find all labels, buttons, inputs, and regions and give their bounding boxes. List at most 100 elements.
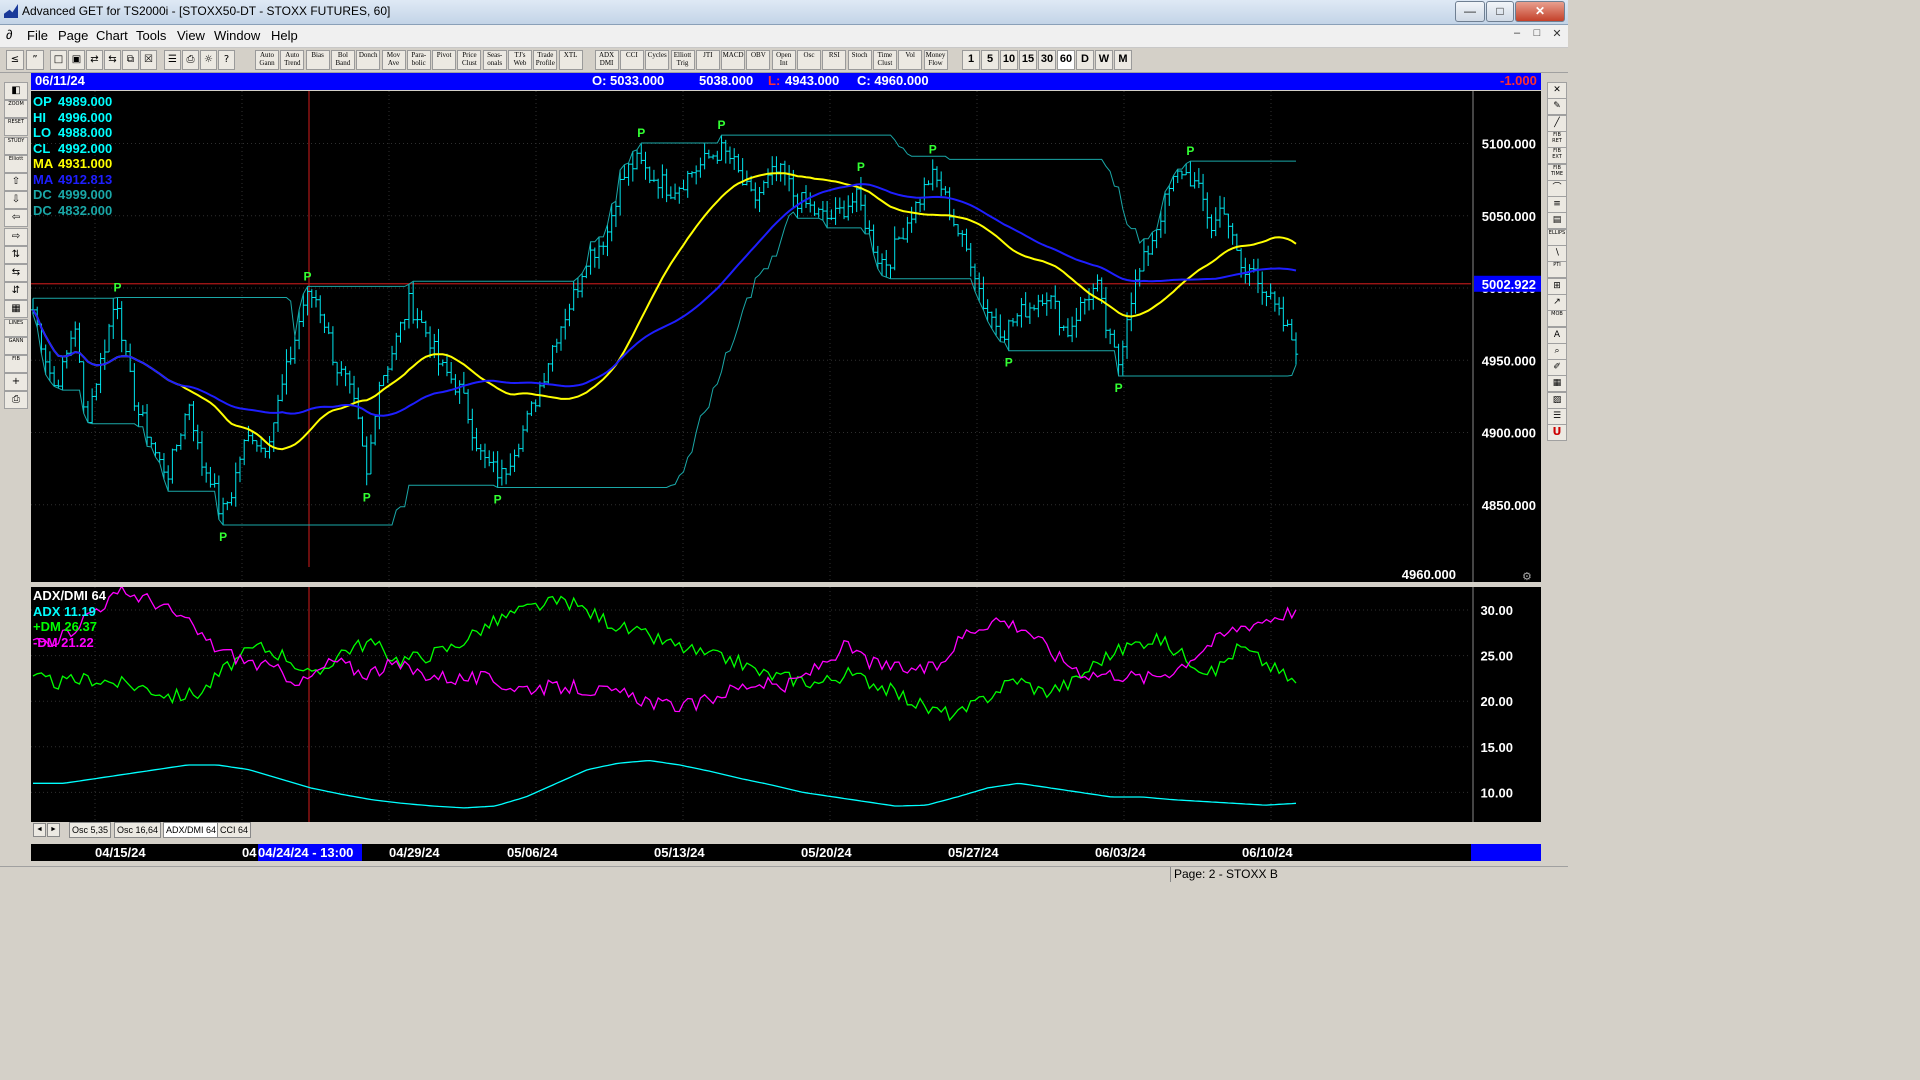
file-tool-icon[interactable]: ⎙ [182, 50, 199, 70]
study-button-mov-ave[interactable]: Mov Ave [381, 50, 406, 70]
study-button-rsi[interactable]: RSI [822, 50, 847, 70]
channel-icon[interactable]: ≡ [1547, 196, 1567, 214]
date-axis[interactable]: 04/15/24 04 04/24/24 - 13:00 04/29/24 05… [31, 844, 1541, 861]
gann-icon[interactable]: GANN [4, 336, 28, 355]
fan-icon[interactable]: ∖ [1547, 245, 1567, 262]
maximize-button[interactable]: □ [1486, 1, 1514, 22]
file-tool-icon[interactable]: ⇆ [104, 50, 121, 70]
mob-icon[interactable]: MOB [1547, 310, 1567, 328]
study-button-bias[interactable]: Bias [305, 50, 330, 70]
arrow-left-icon[interactable]: ⇦ [4, 209, 28, 228]
study-button-seas-onals[interactable]: Seas- onals [482, 50, 507, 70]
list-icon[interactable]: ☰ [1547, 408, 1567, 425]
file-tool-icon[interactable]: ⇄ [86, 50, 103, 70]
price-chart-canvas[interactable]: 5100.0005050.0005000.0004950.0004900.000… [31, 91, 1541, 582]
study-button-osc[interactable]: Osc [797, 50, 821, 70]
lines-icon[interactable]: LINES [4, 318, 28, 337]
close-tool-icon[interactable]: ✕ [1547, 82, 1567, 99]
file-tool-icon[interactable]: □ [50, 50, 67, 70]
period-button-1[interactable]: 1 [962, 50, 980, 70]
tab-osc-16-64[interactable]: Osc 16,64 [114, 822, 162, 838]
regression-icon[interactable]: ↗ [1547, 293, 1567, 311]
study-button-tj-s-web[interactable]: TJ's Web [508, 50, 532, 70]
quote-icon[interactable]: ” [26, 50, 44, 70]
study-button-elliott-trig[interactable]: Elliott Trig [670, 50, 695, 70]
period-button-10[interactable]: 10 [1000, 50, 1018, 70]
pencil-icon[interactable]: ✎ [1547, 98, 1567, 116]
arc-icon[interactable]: ⌒ [1547, 179, 1567, 197]
study-button-open-int[interactable]: Open Int [771, 50, 796, 70]
price-chart[interactable]: 5100.0005050.0005000.0004950.0004900.000… [31, 91, 1541, 582]
reset-icon[interactable]: RESET [4, 118, 28, 137]
erase-icon[interactable]: ✐ [1547, 359, 1567, 377]
fib-time-icon[interactable]: FIB TIME [1547, 163, 1567, 181]
pti-icon[interactable]: PTI [1547, 261, 1567, 279]
mdi-restore-button[interactable]: □ [1528, 27, 1546, 43]
document-icon[interactable]: ∂ [6, 27, 12, 42]
fib-extension-icon[interactable]: FIB EXT [1547, 147, 1567, 165]
mdi-close-button[interactable]: ✕ [1548, 27, 1566, 43]
study-button-bol-band[interactable]: Bol Band [330, 50, 355, 70]
minimize-button[interactable]: — [1455, 1, 1485, 22]
period-button-5[interactable]: 5 [981, 50, 999, 70]
fib-retracement-icon[interactable]: FIB RET [1547, 130, 1567, 148]
elliott-icon[interactable]: Elliott [4, 154, 28, 173]
gann-box-icon[interactable]: ⊞ [1547, 277, 1567, 295]
layers-icon[interactable]: ▨ [1547, 391, 1567, 409]
template-icon[interactable]: ▦ [1547, 375, 1567, 393]
period-button-d[interactable]: D [1076, 50, 1094, 70]
print-icon[interactable]: ⎙ [4, 391, 28, 410]
study-button-macd[interactable]: MACD [721, 50, 746, 70]
file-tool-icon[interactable]: ☒ [140, 50, 157, 70]
period-button-30[interactable]: 30 [1038, 50, 1056, 70]
study-button-auto-trend[interactable]: Auto Trend [280, 50, 305, 70]
grid-icon[interactable]: ▦ [4, 300, 28, 319]
menu-file[interactable]: File [27, 28, 48, 43]
text-icon[interactable]: A [1547, 326, 1567, 344]
file-tool-icon[interactable]: ⧉ [122, 50, 139, 70]
file-tool-icon[interactable]: ▣ [68, 50, 85, 70]
tab-adx-dmi-64[interactable]: ADX/DMI 64 [163, 822, 220, 838]
study-button-vol[interactable]: Vol [898, 50, 923, 70]
study-button-price-clust[interactable]: Price Clust [457, 50, 482, 70]
cursor-tool-icon[interactable]: ≤ [6, 50, 24, 70]
ellipse-icon[interactable]: ELLIPS [1547, 228, 1567, 246]
study-button-obv[interactable]: OBV [746, 50, 771, 70]
study-button-xtl[interactable]: XTL [558, 50, 583, 70]
trendline-icon[interactable]: ╱ [1547, 114, 1567, 132]
period-button-m[interactable]: M [1114, 50, 1132, 70]
magnifier-icon[interactable]: ⌕ [1547, 342, 1567, 360]
tab-scroll-right-button[interactable]: ► [47, 823, 60, 837]
zoom-icon[interactable]: ZOOM [4, 100, 28, 119]
study-button-pivot[interactable]: Pivot [432, 50, 457, 70]
chart-settings-icon[interactable]: ⚙ [1522, 570, 1532, 582]
menu-view[interactable]: View [177, 28, 205, 43]
menu-window[interactable]: Window [214, 28, 260, 43]
arrow-down-icon[interactable]: ⇩ [4, 191, 28, 210]
period-button-15[interactable]: 15 [1019, 50, 1037, 70]
tab-osc-5-35[interactable]: Osc 5,35 [69, 822, 112, 838]
study-button-stoch[interactable]: Stoch [847, 50, 872, 70]
mdi-minimize-button[interactable]: – [1508, 27, 1526, 43]
study-button-time-clust[interactable]: Time Clust [872, 50, 897, 70]
menu-help[interactable]: Help [271, 28, 298, 43]
close-button[interactable]: ✕ [1515, 1, 1565, 22]
file-tool-icon[interactable]: ☰ [164, 50, 181, 70]
period-button-w[interactable]: W [1095, 50, 1113, 70]
compress-vertical-icon[interactable]: ⇵ [4, 282, 28, 301]
open-icon[interactable]: ◧ [4, 82, 28, 100]
tab-scroll-left-button[interactable]: ◄ [33, 823, 46, 837]
study-button-auto-gann[interactable]: Auto Gann [255, 50, 279, 70]
study-button-para-bolic[interactable]: Para- bolic [406, 50, 431, 70]
adx-dmi-pane[interactable]: 30.00 25.00 20.00 15.00 10.00 ADX/DMI 64 ADX … [31, 584, 1541, 822]
file-tool-icon[interactable]: ☼ [200, 50, 217, 70]
study-button-money-flow[interactable]: Money Flow [923, 50, 948, 70]
study-button-jti[interactable]: JTI [695, 50, 720, 70]
study-button-trade-profile[interactable]: Trade Profile [533, 50, 558, 70]
file-tool-icon[interactable]: ? [218, 50, 235, 70]
box-icon[interactable]: ▤ [1547, 212, 1567, 230]
arrow-up-icon[interactable]: ⇧ [4, 173, 28, 191]
arrow-right-icon[interactable]: ⇨ [4, 227, 28, 246]
menu-chart[interactable]: Chart [96, 28, 128, 43]
study-button-cci[interactable]: CCI [619, 50, 644, 70]
